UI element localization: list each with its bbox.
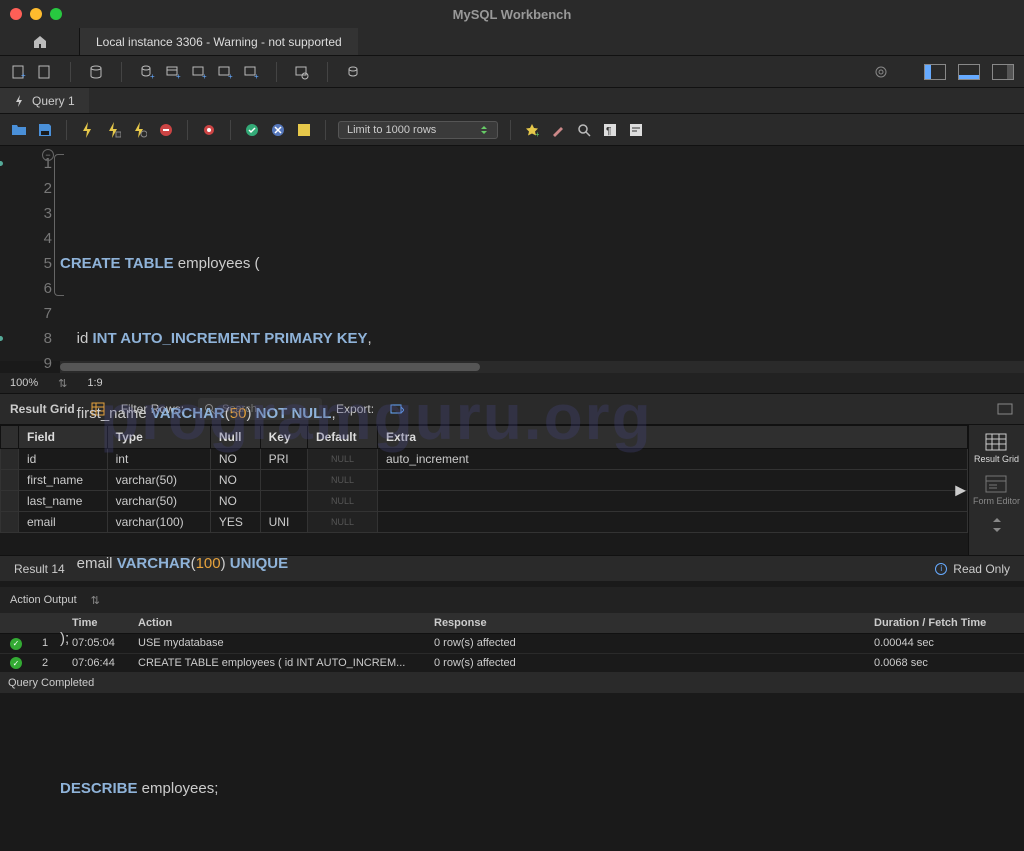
editor-hscrollbar[interactable] (60, 361, 1024, 373)
svg-text:+: + (176, 72, 181, 80)
svg-text:+: + (150, 72, 155, 80)
grid-scroll-right-icon[interactable]: ▶ (955, 482, 966, 499)
result-tab-label[interactable]: Result 14 (14, 562, 65, 576)
execute-icon[interactable] (79, 121, 97, 139)
close-window-button[interactable] (10, 8, 22, 20)
new-sql-tab-icon[interactable]: + (10, 63, 28, 81)
col-key[interactable]: Key (260, 426, 307, 449)
traffic-lights (10, 8, 62, 20)
panel-right-toggle[interactable] (992, 64, 1014, 80)
no-limit-icon[interactable] (200, 121, 218, 139)
success-icon: ✓ (10, 657, 22, 669)
main-toolbar: + + + + + + (0, 56, 1024, 88)
connection-tab[interactable]: Local instance 3306 - Warning - not supp… (80, 28, 358, 55)
open-sql-file-icon[interactable] (36, 63, 54, 81)
result-grid-mode-button[interactable]: Result Grid (974, 431, 1019, 465)
zoom-level[interactable]: 100% (10, 377, 38, 389)
svg-text:+: + (228, 72, 233, 80)
wrap-icon[interactable] (627, 121, 645, 139)
fold-icon[interactable]: − (42, 149, 54, 161)
success-icon: ✓ (10, 638, 22, 650)
connection-tabbar: Local instance 3306 - Warning - not supp… (0, 28, 1024, 56)
autocommit-icon[interactable] (295, 121, 313, 139)
svg-text:+: + (535, 130, 539, 137)
result-grid[interactable]: Field Type Null Key Default Extra idintN… (0, 425, 968, 555)
home-icon (32, 34, 48, 50)
home-tab[interactable] (0, 28, 80, 55)
dropdown-arrows-icon (479, 125, 489, 135)
beautify-icon[interactable] (549, 121, 567, 139)
svg-text:+: + (21, 71, 26, 80)
table-add-icon[interactable]: + (164, 63, 182, 81)
code-fold-brace (54, 154, 64, 296)
view-add-icon[interactable]: + (190, 63, 208, 81)
editor-toolbar: Limit to 1000 rows + ¶ (0, 114, 1024, 146)
table-row[interactable]: last_namevarchar(50)NONULL (1, 491, 968, 512)
stop-icon[interactable] (157, 121, 175, 139)
code-area[interactable]: − CREATE TABLE employees ( id INT AUTO_I… (60, 146, 1024, 361)
svg-text:¶: ¶ (606, 126, 611, 137)
open-file-icon[interactable] (10, 121, 28, 139)
minimize-window-button[interactable] (30, 8, 42, 20)
query-tab-label: Query 1 (32, 94, 75, 108)
svg-text:+: + (254, 72, 259, 80)
table-row[interactable]: first_namevarchar(50)NONULL (1, 470, 968, 491)
commit-icon[interactable] (243, 121, 261, 139)
col-extra[interactable]: Extra (378, 426, 968, 449)
panel-left-toggle[interactable] (924, 64, 946, 80)
query-tab-1[interactable]: Query 1 (0, 88, 89, 113)
col-null[interactable]: Null (210, 426, 260, 449)
find-icon[interactable] (575, 121, 593, 139)
more-modes-icon[interactable] (989, 515, 1005, 535)
svg-text:+: + (202, 72, 207, 80)
schema-add-icon[interactable]: + (138, 63, 156, 81)
panel-bottom-toggle[interactable] (958, 64, 980, 80)
table-row[interactable]: idintNOPRINULLauto_increment (1, 449, 968, 470)
form-editor-mode-button[interactable]: Form Editor (973, 473, 1020, 507)
star-icon[interactable]: + (523, 121, 541, 139)
save-file-icon[interactable] (36, 121, 54, 139)
result-side-toolbar: Result Grid Form Editor (968, 425, 1024, 555)
window-title: MySQL Workbench (453, 7, 572, 22)
execute-current-icon[interactable] (105, 121, 123, 139)
rollback-icon[interactable] (269, 121, 287, 139)
sql-editor[interactable]: 1 234567 8 9 − CREATE TABLE employees ( … (0, 146, 1024, 361)
database-icon[interactable] (87, 63, 105, 81)
col-type[interactable]: Type (107, 426, 210, 449)
table-row[interactable]: emailvarchar(100)YESUNINULL (1, 512, 968, 533)
invisibles-icon[interactable]: ¶ (601, 121, 619, 139)
maximize-window-button[interactable] (50, 8, 62, 20)
limit-rows-label: Limit to 1000 rows (347, 124, 436, 136)
settings-icon[interactable] (872, 63, 890, 81)
query-tabbar: Query 1 (0, 88, 1024, 114)
explain-icon[interactable] (131, 121, 149, 139)
search-table-icon[interactable] (293, 63, 311, 81)
col-field[interactable]: Field (19, 426, 108, 449)
window-titlebar: MySQL Workbench (0, 0, 1024, 28)
lightning-icon (14, 95, 26, 107)
limit-rows-dropdown[interactable]: Limit to 1000 rows (338, 121, 498, 139)
col-default[interactable]: Default (307, 426, 377, 449)
func-add-icon[interactable]: + (242, 63, 260, 81)
proc-add-icon[interactable]: + (216, 63, 234, 81)
reconnect-icon[interactable] (344, 63, 362, 81)
line-gutter: 1 234567 8 9 (0, 146, 60, 361)
